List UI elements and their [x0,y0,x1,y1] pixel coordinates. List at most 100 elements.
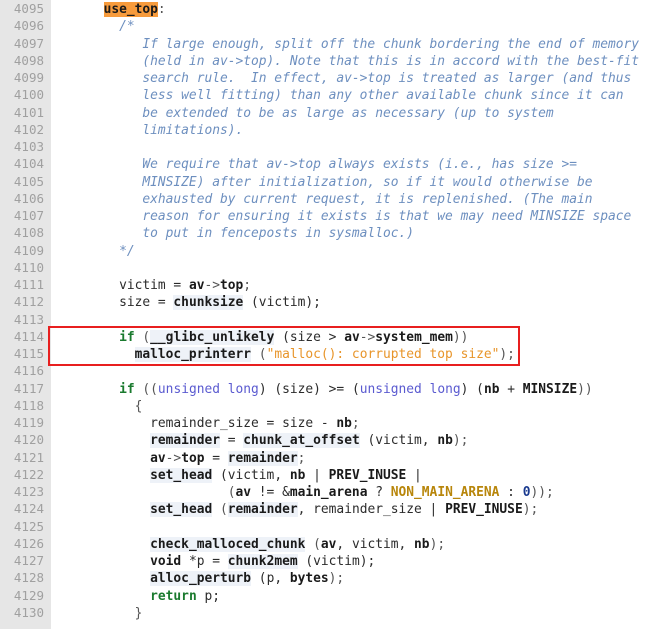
code-token: void [150,554,182,569]
code-line[interactable]: exhausted by current request, it is repl… [51,191,651,208]
code-token: (size > [274,329,345,345]
code-token: MINSIZE) after initialization, so if it … [57,174,593,190]
code-token: ; [243,278,252,293]
code-token: (held in av->top). Note that this is in … [57,53,640,69]
code-token: | [406,467,422,483]
line-number: 4112 [13,294,44,310]
code-token: : [157,2,166,17]
code-token: MINSIZE [522,381,578,397]
code-viewer[interactable]: 4095 4096 4097 4098 4099 4100 4101 4102 4103 4104… [0,0,651,629]
code-line[interactable]: if (__glibc_unlikely (size > av->system_… [51,329,651,346]
code-line[interactable]: } [51,605,651,622]
code-token: | [305,467,329,483]
code-line[interactable]: size = chunksize (victim); [51,294,651,311]
code-line[interactable]: (held in av->top). Note that this is in … [51,53,651,70]
code-line[interactable]: to put in fenceposts in sysmalloc.) [51,225,651,242]
line-number: 4103 [13,139,44,154]
code-line[interactable]: set_head (remainder, remainder_size | PR… [51,501,651,518]
code-token: ( [134,329,151,345]
code-line[interactable]: malloc_printerr ("malloc(): corrupted to… [51,346,651,363]
code-token: )); [530,485,554,500]
code-line[interactable]: use_top: [51,1,651,18]
code-line[interactable]: victim = av->top; [51,277,651,294]
line-number: 4123 [13,484,44,499]
code-line[interactable]: { [51,398,651,415]
code-line[interactable] [51,363,651,380]
code-token: /* [57,19,135,35]
code-line[interactable]: (av != &main_arena ? NON_MAIN_ARENA : 0)… [51,484,651,501]
code-token: (p, [251,571,290,587]
code-line[interactable]: be extended to be as large as necessary … [51,105,651,122]
line-number: 4120 [13,432,44,448]
code-line[interactable]: */ [51,243,651,260]
code-line[interactable]: We require that av->top always exists (i… [51,156,651,173]
code-token: less well fitting) than any other availa… [57,88,624,104]
code-token: main_arena [289,485,368,500]
code-token: av [235,485,252,500]
code-token: unsigned long [157,381,259,397]
code-token: -> [204,278,220,293]
code-line[interactable]: set_head (victim, nb | PREV_INUSE | [51,467,651,484]
code-token: check_malloced_chunk [150,536,306,552]
code-token: ; [297,450,306,466]
code-token: to put in fenceposts in sysmalloc.) [57,226,414,242]
code-line[interactable] [51,312,651,329]
code-line[interactable]: less well fitting) than any other availa… [51,87,651,104]
code-token: av [320,536,337,552]
code-token: = [220,433,244,449]
code-line[interactable]: if ((unsigned long) (size) >= (unsigned … [51,381,651,398]
code-token: bytes [289,571,329,587]
search-match-highlight: use_top [103,2,158,17]
code-token: -> [359,329,376,345]
code-line[interactable]: alloc_perturb (p, bytes); [51,570,651,587]
code-line[interactable]: MINSIZE) after initialization, so if it … [51,174,651,191]
code-token: (victim); [297,554,376,569]
code-line[interactable]: /* [51,18,651,35]
code-line[interactable]: search rule. In effect, av->top is treat… [51,70,651,87]
code-token: nb [336,416,352,431]
line-number: 4111 [13,277,44,292]
code-token: av [344,329,360,345]
code-line[interactable]: limitations). [51,122,651,139]
line-number: 4117 [13,380,44,396]
code-line[interactable]: remainder = chunk_at_offset (victim, nb)… [51,432,651,449]
code-token: victim = [57,278,189,293]
code-token: */ [57,243,135,259]
line-number: 4096 [13,18,44,34]
code-token: remainder [227,502,298,518]
line-number: 4102 [13,121,44,137]
code-token: (victim); [243,295,321,311]
code-line[interactable]: check_malloced_chunk (av, victim, nb); [51,536,651,553]
code-token: , remainder_size | [297,502,446,518]
code-line[interactable] [51,519,651,536]
code-line[interactable]: return p; [51,588,651,605]
line-number: 4116 [13,363,44,379]
code-token: chunksize [173,295,244,311]
line-number: 4126 [13,535,44,551]
code-line[interactable]: remainder_size = size - nb; [51,415,651,432]
code-token: top [220,278,244,293]
line-number: 4100 [13,87,44,103]
line-number-gutter: 4095 4096 4097 4098 4099 4100 4101 4102 4103 4104… [0,0,51,629]
code-token: limitations). [57,122,244,138]
code-line[interactable] [51,139,651,156]
code-line[interactable]: void *p = chunk2mem (victim); [51,553,651,570]
code-token: If large enough, split off the chunk bor… [57,36,640,52]
code-line[interactable]: av->top = remainder; [51,450,651,467]
code-token: remainder [150,433,220,449]
code-line[interactable]: reason for ensuring it exists is that we… [51,208,651,225]
code-content-area[interactable]: use_top: /* If large enough, split off t… [51,0,651,629]
code-token: remainder [227,450,298,466]
code-line[interactable] [51,260,651,277]
code-line[interactable]: If large enough, split off the chunk bor… [51,36,651,53]
code-token: ( [57,485,236,500]
line-number: 4125 [13,518,44,534]
